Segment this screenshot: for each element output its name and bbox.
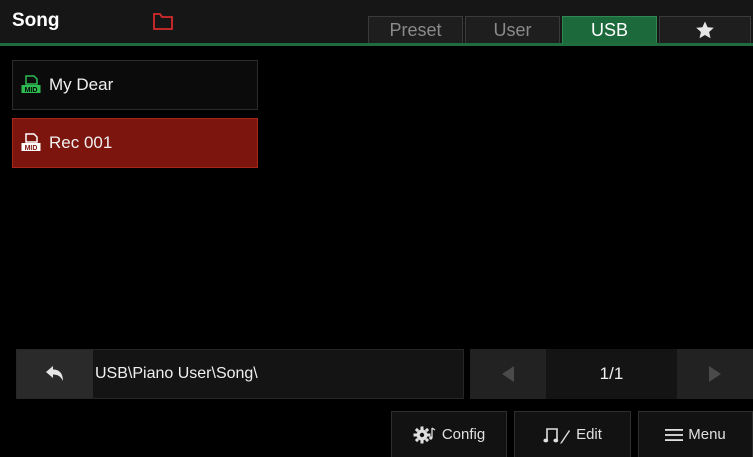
menu-button[interactable]: Menu [638,411,753,457]
midi-file-icon: MID [21,133,41,152]
edit-label: Edit [576,426,602,443]
header-bar: Song Preset User USB [0,0,753,43]
triangle-left-icon [502,366,514,382]
folder-icon[interactable] [152,11,174,31]
svg-text:MID: MID [25,87,38,94]
back-button[interactable] [17,350,93,398]
config-button[interactable]: Config [391,411,507,457]
prev-page-button[interactable] [470,349,546,399]
page-indicator: 1/1 [599,364,624,383]
header-divider [0,43,753,46]
source-tabs: Preset User USB [368,16,753,43]
song-name: My Dear [49,75,114,94]
tab-usb[interactable]: USB [562,16,657,43]
list-item[interactable]: MID My Dear [12,60,258,110]
list-item-selected[interactable]: MID Rec 001 [12,118,258,168]
pager: 1/1 [470,349,753,399]
page-title: Song [12,10,60,31]
hamburger-icon [665,428,684,441]
tab-user[interactable]: User [465,16,560,43]
star-icon [696,21,714,39]
config-label: Config [441,426,486,443]
song-name: Rec 001 [49,133,113,152]
gear-icon [413,426,436,443]
tab-preset[interactable]: Preset [368,16,463,43]
midi-file-icon: MID [21,75,41,94]
back-arrow-icon [46,366,63,381]
menu-label: Menu [688,426,726,443]
svg-text:MID: MID [25,145,38,152]
music-edit-icon [543,427,571,444]
current-path: USB\Piano User\Song\ [95,365,258,382]
triangle-right-icon [709,366,721,382]
edit-button[interactable]: Edit [514,411,631,457]
next-page-button[interactable] [677,349,753,399]
tab-favorites[interactable] [659,16,751,43]
path-bar: USB\Piano User\Song\ [16,349,464,399]
